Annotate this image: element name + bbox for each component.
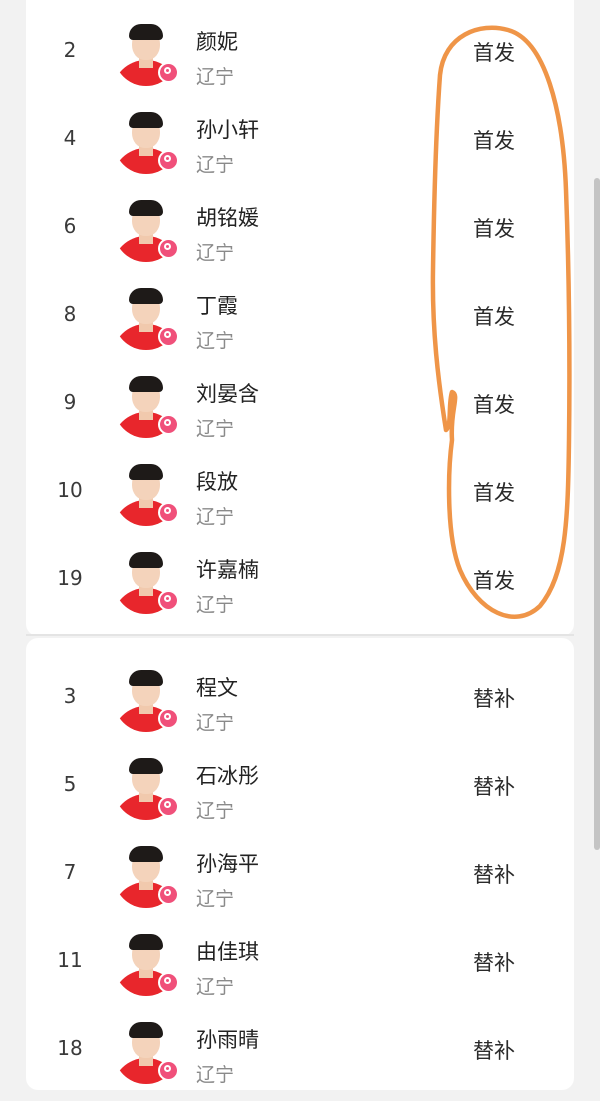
hair-shape	[129, 24, 163, 40]
hair-shape	[129, 846, 163, 862]
search-icon[interactable]	[158, 972, 179, 993]
player-row[interactable]: 4 孙小轩辽宁 首发	[26, 92, 574, 180]
player-team: 辽宁	[196, 418, 235, 440]
hair-shape	[129, 112, 163, 128]
search-icon[interactable]	[158, 326, 179, 347]
player-team: 辽宁	[196, 506, 235, 528]
player-team: 辽宁	[196, 888, 235, 910]
player-role: 首发	[473, 481, 515, 505]
player-team: 辽宁	[196, 330, 235, 352]
player-role: 替补	[473, 687, 515, 711]
player-number: 2	[63, 38, 77, 62]
player-role: 替补	[473, 951, 515, 975]
player-row[interactable]: 7 孙海平辽宁 替补	[26, 826, 574, 914]
lineup-page: 2 颜妮 辽宁 首发 4 孙小轩 辽宁 首发 6 胡铭媛 辽宁 首发 8 丁霞 辽宁 首发 9 刘晏含 辽宁 首发 10…	[0, 0, 600, 1101]
player-role: 首发	[473, 129, 515, 153]
player-team: 辽宁	[196, 976, 235, 998]
scrollbar[interactable]	[594, 178, 600, 850]
player-row[interactable]: 8 丁霞辽宁 首发	[26, 268, 574, 356]
search-icon[interactable]	[158, 238, 179, 259]
player-name[interactable]: 颜妮	[196, 26, 238, 56]
search-icon[interactable]	[158, 796, 179, 817]
player-role: 首发	[473, 569, 515, 593]
hair-shape	[129, 288, 163, 304]
player-name[interactable]: 刘晏含	[196, 378, 259, 408]
player-number: 8	[63, 302, 77, 326]
player-row[interactable]: 5 石冰彤辽宁 替补	[26, 738, 574, 826]
player-row[interactable]: 9 刘晏含辽宁 首发	[26, 356, 574, 444]
hair-shape	[129, 934, 163, 950]
search-icon[interactable]	[158, 884, 179, 905]
player-team: 辽宁	[196, 154, 235, 176]
player-name[interactable]: 孙小轩	[196, 114, 259, 144]
player-role: 首发	[473, 305, 515, 329]
hair-shape	[129, 376, 163, 392]
player-row[interactable]: 6 胡铭媛辽宁 首发	[26, 180, 574, 268]
hair-shape	[129, 464, 163, 480]
search-icon[interactable]	[158, 150, 179, 171]
player-team: 辽宁	[196, 800, 235, 822]
player-team: 辽宁	[196, 712, 235, 734]
player-name[interactable]: 孙雨晴	[196, 1024, 259, 1054]
player-row[interactable]: 10 段放辽宁 首发	[26, 444, 574, 532]
player-number: 18	[57, 1036, 83, 1060]
search-icon[interactable]	[158, 590, 179, 611]
search-icon[interactable]	[158, 1060, 179, 1081]
player-role: 替补	[473, 1039, 515, 1063]
section-divider	[26, 634, 574, 636]
player-row[interactable]: 2 颜妮辽宁 首发	[26, 4, 574, 92]
starters-card: 2 颜妮 辽宁 首发 4 孙小轩 辽宁 首发 6 胡铭媛 辽宁 首发 8 丁霞 辽宁 首发 9 刘晏含 辽宁 首发 10…	[26, 0, 574, 636]
search-icon[interactable]	[158, 414, 179, 435]
player-number: 4	[63, 126, 77, 150]
player-team: 辽宁	[196, 66, 235, 88]
player-number: 10	[57, 478, 83, 502]
search-icon[interactable]	[158, 502, 179, 523]
player-role: 首发	[473, 41, 515, 65]
player-number: 11	[57, 948, 83, 972]
hair-shape	[129, 552, 163, 568]
player-role: 替补	[473, 863, 515, 887]
player-row[interactable]: 18 孙雨晴辽宁 替补	[26, 1002, 574, 1090]
hair-shape	[129, 758, 163, 774]
player-row[interactable]: 3 程文辽宁 替补	[26, 650, 574, 738]
hair-shape	[129, 670, 163, 686]
player-team: 辽宁	[196, 594, 235, 616]
substitutes-card: 3 程文 辽宁 替补 5 石冰彤 辽宁 替补 7 孙海平 辽宁 替补 11 由佳琪 辽宁 替补 18 孙雨晴 辽宁替…	[26, 638, 574, 1090]
player-role: 首发	[473, 217, 515, 241]
hair-shape	[129, 1022, 163, 1038]
player-team: 辽宁	[196, 1064, 235, 1086]
player-number: 9	[63, 390, 77, 414]
player-name[interactable]: 由佳琪	[196, 936, 259, 966]
player-row[interactable]: 11 由佳琪辽宁 替补	[26, 914, 574, 1002]
player-number: 7	[63, 860, 77, 884]
player-number: 19	[57, 566, 83, 590]
player-number: 3	[63, 684, 77, 708]
player-name[interactable]: 许嘉楠	[196, 554, 259, 584]
player-name[interactable]: 段放	[196, 466, 238, 496]
player-name[interactable]: 程文	[196, 672, 238, 702]
player-role: 替补	[473, 775, 515, 799]
player-name[interactable]: 丁霞	[196, 290, 238, 320]
player-row[interactable]: 19 许嘉楠辽宁 首发	[26, 532, 574, 620]
player-name[interactable]: 孙海平	[196, 848, 259, 878]
player-team: 辽宁	[196, 242, 235, 264]
player-name[interactable]: 石冰彤	[196, 760, 259, 790]
hair-shape	[129, 200, 163, 216]
player-number: 6	[63, 214, 77, 238]
player-name[interactable]: 胡铭媛	[196, 202, 259, 232]
player-role: 首发	[473, 393, 515, 417]
player-number: 5	[63, 772, 77, 796]
search-icon[interactable]	[158, 62, 179, 83]
search-icon[interactable]	[158, 708, 179, 729]
